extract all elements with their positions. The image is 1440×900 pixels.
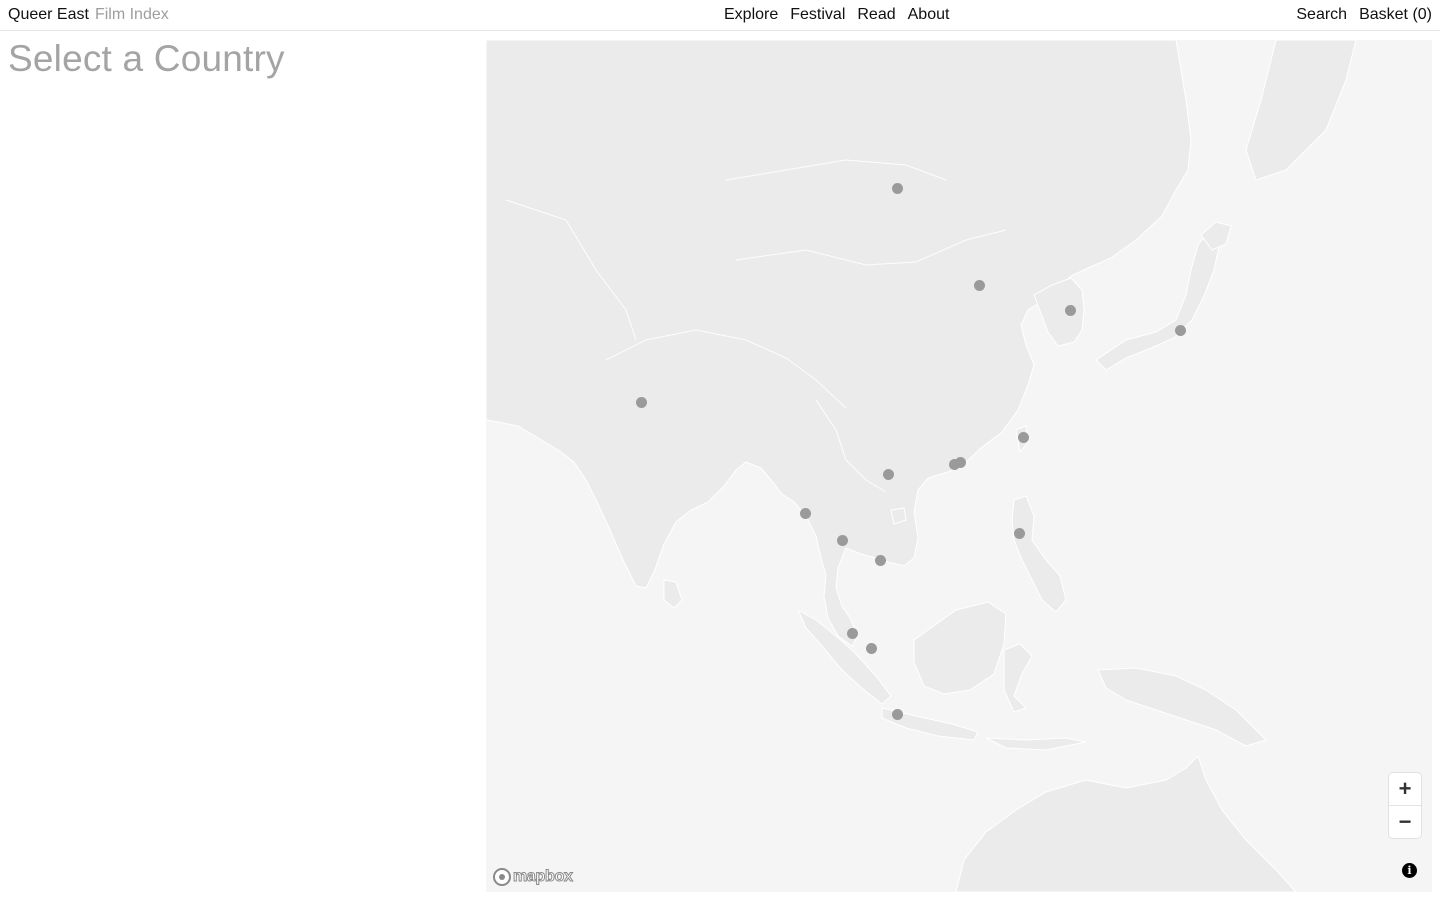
map-marker-mongolia[interactable] [891, 182, 903, 194]
search-link[interactable]: Search [1296, 0, 1347, 30]
map-marker-indonesia[interactable] [891, 708, 903, 720]
map-marker-singapore[interactable] [865, 642, 877, 654]
zoom-out-button[interactable]: − [1389, 805, 1421, 838]
zoom-controls: + − [1389, 773, 1421, 838]
site-header: Queer East Film Index Explore Festival Re… [0, 0, 1440, 31]
header-actions: Search Basket (0) [1296, 0, 1432, 30]
brand-name[interactable]: Queer East [8, 6, 89, 23]
nav-festival[interactable]: Festival [790, 0, 845, 30]
map-view[interactable]: + − mapbox i [486, 40, 1432, 892]
far-east-land [1245, 40, 1357, 181]
zoom-in-button[interactable]: + [1389, 773, 1421, 805]
map-marker-philippines[interactable] [1013, 527, 1025, 539]
map-marker-vietnam[interactable] [882, 468, 894, 480]
new-guinea-land [1097, 667, 1267, 747]
map-marker-china[interactable] [973, 279, 985, 291]
map-marker-thailand[interactable] [836, 534, 848, 546]
asia-mainland [486, 40, 1192, 647]
attribution-info-icon[interactable]: i [1402, 863, 1417, 878]
basket-link[interactable]: Basket (0) [1359, 0, 1432, 30]
map-marker-cambodia[interactable] [874, 554, 886, 566]
lesser-sunda-land [985, 737, 1087, 751]
map-marker-myanmar[interactable] [799, 507, 811, 519]
nav-about[interactable]: About [908, 0, 950, 30]
map-marker-japan[interactable] [1174, 324, 1186, 336]
mapbox-logo-text: mapbox [513, 868, 574, 886]
borneo-land [913, 601, 1007, 695]
mapbox-logo-icon [493, 868, 511, 886]
main-nav: Explore Festival Read About [724, 0, 949, 30]
sri-lanka-land [663, 579, 683, 609]
mapbox-logo[interactable]: mapbox [493, 868, 573, 886]
brand[interactable]: Queer East Film Index [8, 0, 169, 30]
map-marker-malaysia[interactable] [846, 627, 858, 639]
philippines-land [1011, 495, 1067, 613]
map-marker-taiwan[interactable] [1017, 431, 1029, 443]
nav-read[interactable]: Read [857, 0, 895, 30]
sulawesi-land [1003, 643, 1033, 713]
map-marker-macau[interactable] [948, 458, 960, 470]
map-marker-india[interactable] [635, 396, 647, 408]
australia-land [955, 755, 1297, 892]
brand-subtitle[interactable]: Film Index [95, 6, 169, 23]
page-title: Select a Country [8, 38, 285, 79]
map-marker-south-korea[interactable] [1064, 304, 1076, 316]
nav-explore[interactable]: Explore [724, 0, 778, 30]
